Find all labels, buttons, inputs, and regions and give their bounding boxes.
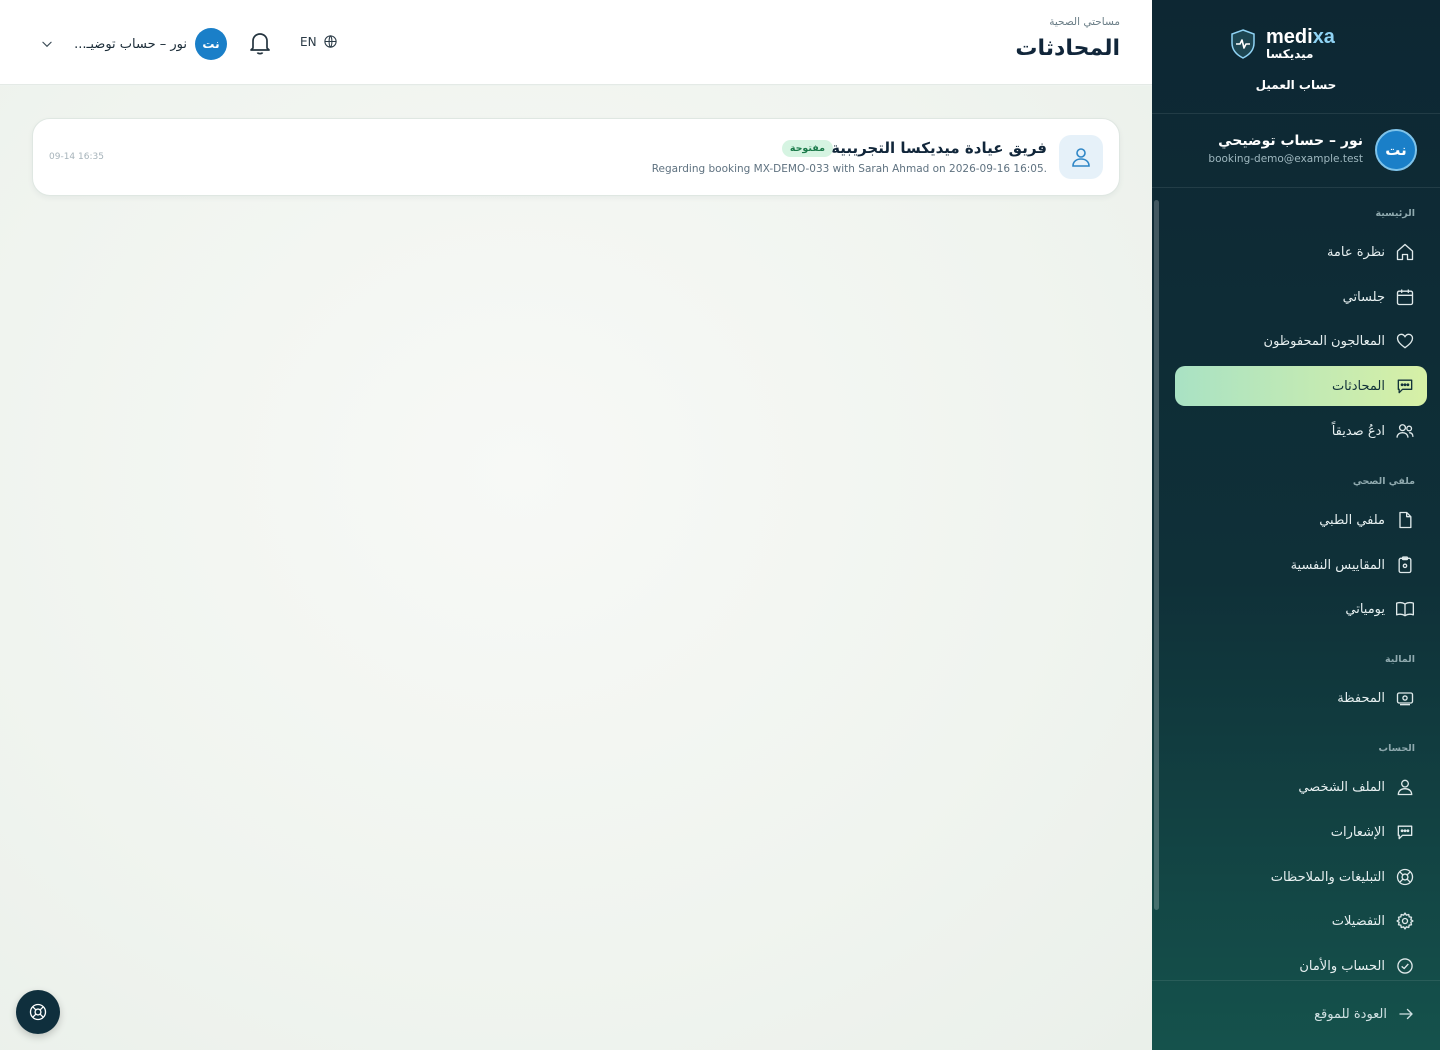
- avatar[interactable]: نت: [1375, 129, 1417, 171]
- topbar: مساحتي الصحية المحادثات EN نور – حساب تو…: [0, 0, 1152, 85]
- gear-icon: [1396, 912, 1414, 930]
- section-label-account: الحساب: [1378, 743, 1415, 754]
- wallet-icon: [1396, 692, 1414, 706]
- users-icon: [1396, 424, 1414, 438]
- sidebar-item-label: الإشعارات: [1330, 824, 1385, 840]
- sidebar-item-label: يومياتي: [1345, 601, 1385, 617]
- sidebar-item-security[interactable]: الحساب والأمان: [1175, 946, 1427, 980]
- sidebar-item-wallet[interactable]: المحفظة: [1175, 678, 1427, 718]
- sidebar-item-label: التبليغات والملاحظات: [1270, 869, 1385, 885]
- language-label: EN: [300, 34, 317, 49]
- sidebar-item-label: الملف الشخصي: [1298, 779, 1385, 795]
- user-name: نور – حساب توضيحي: [1218, 133, 1363, 149]
- brand-name-ar: ميديكسا: [1266, 47, 1314, 61]
- sidebar-item-journal[interactable]: يومياتي: [1175, 589, 1427, 629]
- status-badge: مفتوحة: [781, 140, 833, 157]
- lifebuoy-icon: [29, 1003, 47, 1021]
- user-icon: [1397, 779, 1413, 796]
- chevron-down-icon: [42, 41, 52, 48]
- user-email: booking-demo@example.test: [1208, 153, 1363, 165]
- page-title: المحادثات: [1015, 36, 1120, 61]
- section-label-health: ملفي الصحي: [1352, 476, 1415, 487]
- sidebar: medixa ميديكسا حساب العميل نت نور – حساب…: [1152, 0, 1440, 1050]
- bell-icon[interactable]: [248, 30, 272, 56]
- calendar-icon: [1396, 289, 1414, 306]
- sidebar-item-sessions[interactable]: جلساتي: [1175, 277, 1427, 317]
- sidebar-item-saved-therapists[interactable]: المعالجون المحفوظون: [1175, 321, 1427, 361]
- sidebar-nav: الرئيسية نظرة عامة جلساتي المعالجون المح…: [1152, 188, 1440, 980]
- shield-icon: [1231, 29, 1255, 59]
- sidebar-item-medical-file[interactable]: ملفي الطبي: [1175, 500, 1427, 540]
- globe-icon: [323, 35, 337, 48]
- conversation-item[interactable]: فريق عيادة ميديكسا التجريبية مفتوحة Rega…: [32, 118, 1120, 196]
- sidebar-item-invite-friend[interactable]: ادعُ صديقاً: [1175, 411, 1427, 451]
- language-switcher[interactable]: EN: [300, 34, 338, 49]
- sidebar-item-label: الحساب والأمان: [1299, 958, 1385, 974]
- section-label-finance: المالية: [1385, 654, 1415, 665]
- sidebar-item-label: المعالجون المحفوظون: [1263, 333, 1385, 349]
- heart-icon: [1396, 333, 1414, 349]
- lifebuoy-icon: [1396, 868, 1414, 886]
- sidebar-item-overview[interactable]: نظرة عامة: [1175, 232, 1427, 272]
- user-menu-name: نور – حساب توضيـ...: [74, 36, 187, 52]
- breadcrumb[interactable]: مساحتي الصحية: [1049, 16, 1120, 28]
- user-icon: [1072, 148, 1090, 167]
- sidebar-item-reports[interactable]: التبليغات والملاحظات: [1175, 857, 1427, 897]
- help-button[interactable]: [16, 990, 60, 1034]
- sidebar-item-profile[interactable]: الملف الشخصي: [1175, 767, 1427, 807]
- sidebar-item-label: التفضيلات: [1331, 913, 1385, 929]
- back-to-site-label: العودة للموقع: [1314, 1006, 1387, 1022]
- sidebar-scrollbar[interactable]: [1154, 200, 1159, 910]
- sidebar-item-label: ملفي الطبي: [1319, 512, 1385, 528]
- avatar: نت: [195, 28, 227, 60]
- chat-icon: [1397, 379, 1413, 394]
- user-menu[interactable]: نور – حساب توضيـ... نت: [40, 28, 227, 60]
- message-icon: [1397, 825, 1413, 840]
- arrow-right-icon: [1399, 1008, 1413, 1020]
- brand-header: medixa ميديكسا حساب العميل: [1152, 0, 1440, 114]
- brand-logo[interactable]: medixa ميديكسا: [1230, 27, 1335, 61]
- sidebar-item-preferences[interactable]: التفضيلات: [1175, 901, 1427, 941]
- sidebar-footer: العودة للموقع: [1152, 980, 1440, 1050]
- file-icon: [1399, 511, 1412, 529]
- home-icon: [1396, 243, 1414, 261]
- sidebar-item-label: نظرة عامة: [1326, 244, 1385, 260]
- back-to-site-link[interactable]: العودة للموقع: [1314, 1005, 1415, 1023]
- sidebar-item-conversations[interactable]: المحادثات: [1175, 366, 1427, 406]
- account-type-label: حساب العميل: [1255, 78, 1337, 92]
- user-card: نت نور – حساب توضيحي booking-demo@exampl…: [1152, 114, 1440, 188]
- clipboard-icon: [1398, 556, 1412, 574]
- brand-name-en: medixa: [1266, 26, 1335, 48]
- sidebar-item-label: المحادثات: [1331, 378, 1385, 394]
- section-label-main: الرئيسية: [1375, 208, 1415, 219]
- sidebar-item-label: المحفظة: [1337, 690, 1385, 706]
- sidebar-item-label: ادعُ صديقاً: [1331, 423, 1385, 439]
- conversation-time: 09-14 16:35: [49, 152, 104, 162]
- conversation-title: فريق عيادة ميديكسا التجريبية: [831, 139, 1047, 157]
- main-content: فريق عيادة ميديكسا التجريبية مفتوحة Rega…: [0, 86, 1152, 1050]
- sidebar-item-label: جلساتي: [1342, 289, 1385, 305]
- check-circle-icon: [1397, 958, 1413, 974]
- conversation-preview: Regarding booking MX-DEMO-033 with Sarah…: [651, 163, 1047, 175]
- sidebar-item-label: المقاييس النفسية: [1290, 557, 1385, 573]
- book-icon: [1396, 601, 1414, 617]
- sidebar-item-notifications[interactable]: الإشعارات: [1175, 812, 1427, 852]
- sidebar-item-psych-scales[interactable]: المقاييس النفسية: [1175, 545, 1427, 585]
- conversation-avatar: [1059, 135, 1103, 179]
